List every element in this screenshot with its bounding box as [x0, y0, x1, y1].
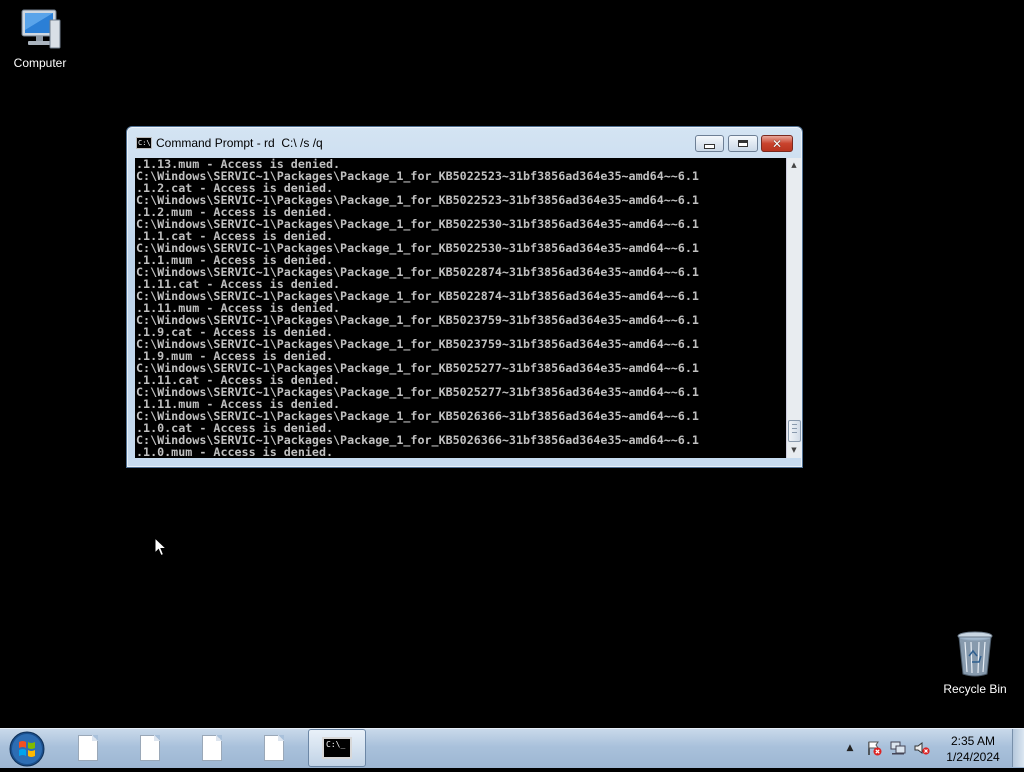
system-clock[interactable]: 2:35 AM 1/24/2024 — [940, 733, 1006, 765]
show-hidden-icons-button[interactable]: ▲ — [844, 729, 856, 767]
scroll-down-arrow-icon[interactable]: ▼ — [787, 443, 801, 458]
action-center-flag-icon[interactable] — [865, 729, 883, 767]
mouse-cursor-icon — [154, 537, 168, 557]
show-desktop-button[interactable] — [1012, 729, 1024, 767]
document-icon — [264, 735, 284, 761]
command-prompt-window[interactable]: C:\ Command Prompt - rd C:\ /s /q ✕ .1.1… — [126, 126, 803, 468]
recycle-bin-desktop-icon[interactable]: Recycle Bin — [935, 630, 1015, 696]
scroll-up-arrow-icon[interactable]: ▲ — [787, 158, 801, 173]
minimize-button[interactable] — [695, 135, 724, 152]
start-button[interactable] — [6, 730, 48, 768]
desktop: Computer Recycle Bin C:\ Command Prompt … — [0, 0, 1024, 728]
window-title: Command Prompt - rd C:\ /s /q — [156, 136, 323, 150]
minimize-icon — [704, 144, 715, 149]
recycle-bin-icon — [957, 631, 993, 677]
clock-date: 1/24/2024 — [946, 750, 1000, 764]
vertical-scrollbar[interactable]: ▲ ▼ — [786, 158, 801, 458]
close-button[interactable]: ✕ — [761, 135, 793, 152]
volume-muted-icon[interactable] — [913, 729, 931, 767]
network-icon[interactable] — [889, 729, 907, 767]
computer-icon — [21, 9, 61, 49]
computer-label: Computer — [13, 56, 67, 70]
command-prompt-icon: C:\_ — [322, 737, 352, 759]
document-icon — [140, 735, 160, 761]
taskbar-item-document-4[interactable] — [246, 729, 302, 767]
taskbar-item-document-1[interactable] — [60, 729, 116, 767]
window-titlebar[interactable]: C:\ Command Prompt - rd C:\ /s /q ✕ — [127, 127, 802, 159]
windows-start-icon — [9, 731, 45, 767]
console-line: .1.0.mum - Access is denied. — [136, 445, 334, 458]
clock-time: 2:35 AM — [950, 734, 996, 748]
computer-desktop-icon[interactable]: Computer — [0, 8, 80, 70]
scrollbar-thumb[interactable] — [788, 420, 801, 442]
maximize-button[interactable] — [728, 135, 758, 152]
maximize-icon — [738, 140, 748, 147]
document-icon — [202, 735, 222, 761]
taskbar-item-command-prompt[interactable]: C:\_ — [308, 729, 366, 767]
taskbar-item-document-2[interactable] — [122, 729, 178, 767]
recycle-bin-label: Recycle Bin — [943, 682, 1007, 696]
taskbar: C:\_ ▲ 2:35 AM 1/24/2024 — [0, 728, 1024, 768]
document-icon — [78, 735, 98, 761]
taskbar-item-document-3[interactable] — [184, 729, 240, 767]
console-text: .1.13.mum - Access is denied. C:\Windows\… — [135, 158, 786, 458]
console-output[interactable]: .1.13.mum - Access is denied. C:\Windows\… — [135, 158, 786, 458]
command-prompt-icon: C:\ — [136, 137, 152, 149]
close-icon: ✕ — [771, 136, 783, 151]
